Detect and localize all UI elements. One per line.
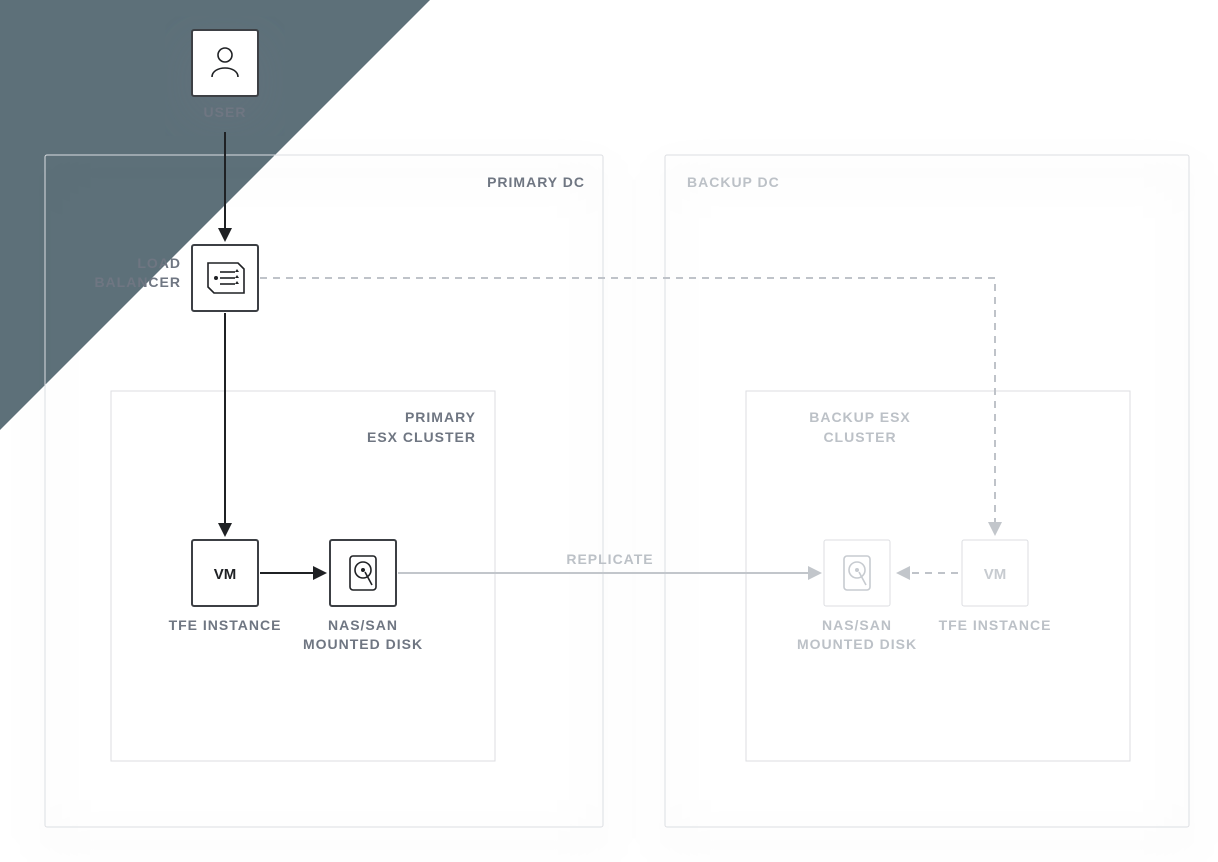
- backup-vm-text: VM: [984, 566, 1007, 583]
- user-label: USER: [204, 104, 247, 120]
- backup-vm-label: TFE INSTANCE: [939, 617, 1052, 633]
- load-balancer-label-1: LOAD: [137, 255, 181, 271]
- backup-disk-label-1: NAS/SAN: [822, 617, 892, 633]
- backup-cluster-title-2: CLUSTER: [823, 429, 896, 445]
- replicate-label: REPLICATE: [566, 551, 653, 567]
- backup-disk-label-2: MOUNTED DISK: [797, 636, 917, 652]
- primary-cluster-title-1: PRIMARY: [405, 409, 476, 425]
- backup-dc-title: BACKUP DC: [687, 174, 780, 190]
- primary-vm-text: VM: [214, 566, 237, 583]
- primary-cluster-title-2: ESX CLUSTER: [367, 429, 476, 445]
- architecture-diagram: USER PRIMARY DC BACKUP DC LOAD BALANCER …: [0, 0, 1218, 862]
- backup-cluster-title-1: BACKUP ESX: [809, 409, 911, 425]
- primary-dc-title: PRIMARY DC: [487, 174, 585, 190]
- load-balancer-label-2: BALANCER: [94, 274, 181, 290]
- primary-disk-label-2: MOUNTED DISK: [303, 636, 423, 652]
- primary-disk-label-1: NAS/SAN: [328, 617, 398, 633]
- primary-vm-label: TFE INSTANCE: [169, 617, 282, 633]
